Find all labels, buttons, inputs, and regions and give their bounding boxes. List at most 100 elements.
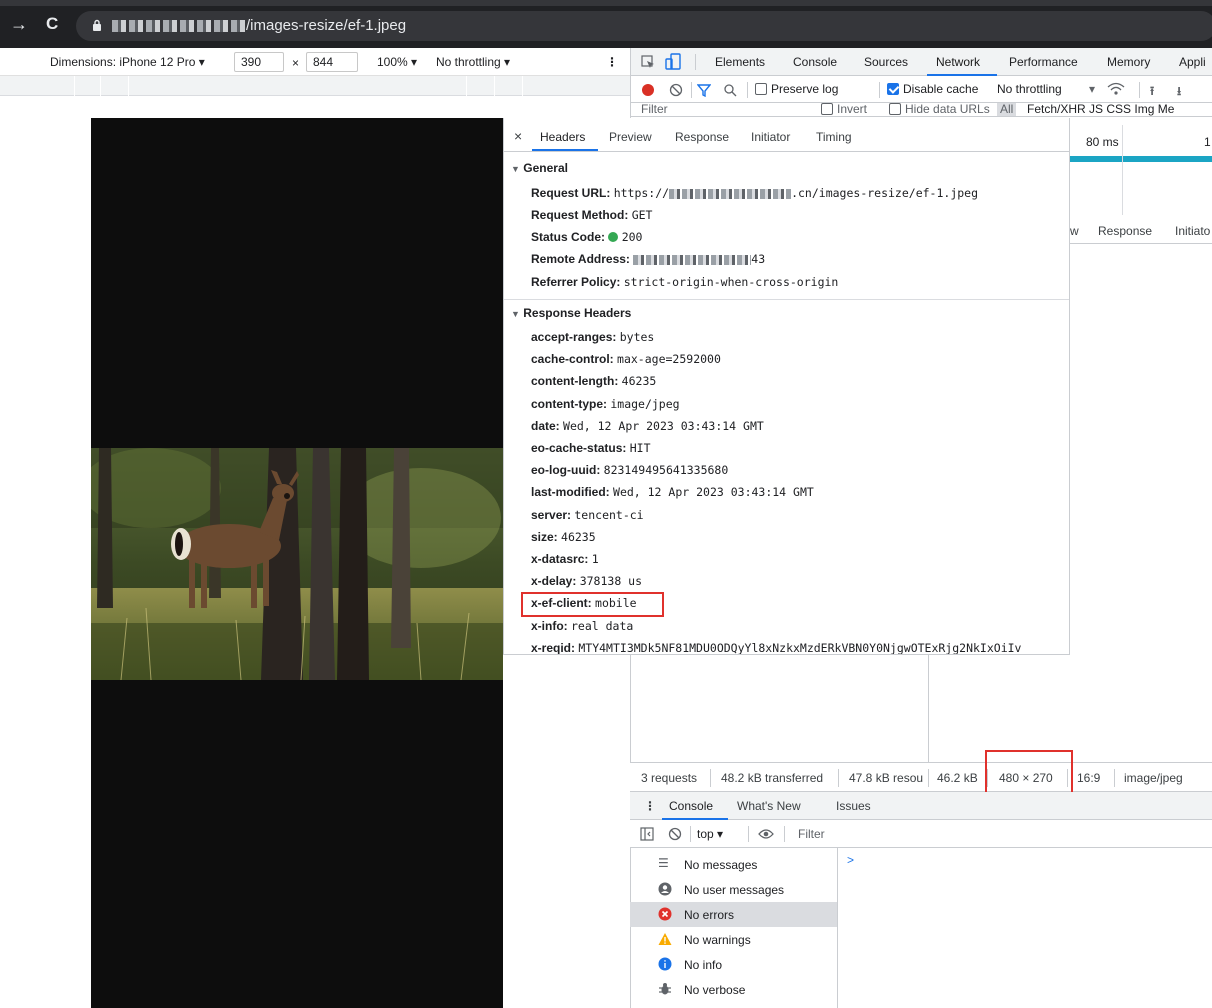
sidebar-item-errors[interactable]: No errors: [630, 902, 837, 927]
chevron-down-icon[interactable]: ▾: [1089, 82, 1095, 96]
response-header-row: eo-cache-status: HIT: [531, 441, 651, 455]
filter-bar: Filter Invert Hide data URLs All Fetch/X…: [631, 103, 1212, 117]
filter-all[interactable]: All: [997, 103, 1017, 116]
close-icon[interactable]: ×: [514, 128, 522, 144]
summary-resources: 47.8 kB resou: [849, 771, 924, 785]
initiator-tab[interactable]: Initiato: [1175, 224, 1210, 238]
header-key: eo-log-uuid:: [531, 463, 601, 478]
tab-preview[interactable]: Preview: [609, 130, 652, 144]
tab-memory[interactable]: Memory: [1107, 55, 1150, 69]
clear-icon[interactable]: [669, 83, 683, 97]
inspect-icon[interactable]: [641, 55, 655, 69]
more-options-icon[interactable]: ⋮: [606, 55, 618, 69]
times-sign: ×: [292, 56, 300, 70]
header-key: content-length:: [531, 374, 619, 389]
tab-initiator[interactable]: Initiator: [751, 130, 790, 144]
tab-elements[interactable]: Elements: [715, 55, 765, 69]
response-header-row: server: tencent-ci: [531, 508, 644, 522]
context-select[interactable]: top ▾: [697, 827, 723, 841]
invert-checkbox[interactable]: Invert: [821, 103, 867, 116]
sidebar-item-user-messages[interactable]: No user messages: [630, 877, 837, 902]
device-toggle-icon[interactable]: [665, 53, 681, 71]
import-icon[interactable]: ⭱: [1150, 82, 1154, 103]
clear-console-icon[interactable]: [668, 827, 682, 841]
response-header-row: cache-control: max-age=2592000: [531, 352, 721, 366]
preview-tab-fragment: w: [1070, 224, 1079, 238]
bug-icon: [659, 983, 671, 995]
height-input[interactable]: 844: [306, 52, 358, 72]
record-icon[interactable]: [642, 84, 654, 96]
tab-timing[interactable]: Timing: [816, 130, 852, 144]
image-size: 46.2 kB: [937, 771, 978, 785]
preserve-log-checkbox[interactable]: Preserve log: [755, 82, 838, 96]
sidebar-item-verbose[interactable]: No verbose: [630, 977, 837, 1002]
sidebar-item-messages[interactable]: ☰ No messages: [630, 852, 837, 877]
lock-icon: [93, 19, 101, 31]
device-toolbar: Dimensions: iPhone 12 Pro ▾ 390 × 844 10…: [0, 48, 630, 117]
throttling-select[interactable]: No throttling ▾: [436, 55, 510, 69]
export-icon[interactable]: ⭳: [1177, 82, 1181, 103]
network-throttling-select[interactable]: No throttling: [997, 82, 1062, 96]
drawer-tab-whats-new[interactable]: What's New: [737, 799, 801, 813]
info-icon: [658, 957, 672, 971]
tab-console[interactable]: Console: [793, 55, 837, 69]
drawer-menu-icon[interactable]: ⋮: [644, 799, 656, 813]
sidebar-item-warnings[interactable]: No warnings: [630, 927, 837, 952]
response-tabs-strip: w Response Initiato: [1070, 218, 1212, 244]
disable-cache-checkbox[interactable]: Disable cache: [887, 82, 978, 96]
drawer-tab-console[interactable]: Console: [669, 799, 713, 813]
filter-input[interactable]: Filter: [641, 103, 668, 116]
header-value: 46235: [621, 374, 657, 389]
status-ok-icon: [608, 232, 619, 242]
timeline-label-2: 1: [1204, 135, 1211, 149]
header-value: bytes: [619, 330, 655, 344]
console-prompt[interactable]: >: [847, 853, 854, 867]
address-bar[interactable]: /images-resize/ef-1.jpeg: [76, 11, 1212, 41]
header-value: MTY4MTI3MDk5NF81MDU0ODQyYl8xNzkxMzdERkVB…: [578, 640, 1022, 655]
tab-application[interactable]: Appli: [1179, 55, 1206, 69]
request-url-row: Request URL: https://.cn/images-resize/e…: [531, 186, 979, 200]
tab-sources[interactable]: Sources: [864, 55, 908, 69]
network-conditions-icon[interactable]: [1107, 82, 1125, 96]
remote-address-row: Remote Address: 43: [531, 252, 766, 266]
tab-performance[interactable]: Performance: [1009, 55, 1078, 69]
header-key: cache-control:: [531, 352, 614, 367]
filter-types[interactable]: Fetch/XHR JS CSS Img Me: [1027, 103, 1174, 116]
width-input[interactable]: 390: [234, 52, 284, 72]
reload-icon[interactable]: C: [46, 14, 58, 34]
eye-icon[interactable]: [758, 828, 774, 840]
header-value: 46235: [561, 529, 596, 544]
header-key: x-info:: [531, 618, 568, 633]
response-tab[interactable]: Response: [1098, 224, 1152, 238]
header-key: date:: [531, 418, 560, 433]
zoom-select[interactable]: 100% ▾: [377, 55, 417, 69]
response-header-row: x-info: real data: [531, 619, 633, 633]
forward-icon[interactable]: →: [10, 14, 28, 34]
response-header-row: content-type: image/jpeg: [531, 397, 680, 411]
status-code-row: Status Code: 200: [531, 230, 643, 244]
header-value: max-age=2592000: [617, 352, 721, 367]
request-method-row: Request Method: GET: [531, 208, 653, 222]
user-icon: [658, 882, 672, 896]
network-summary-bar: 3 requests 48.2 kB transferred 47.8 kB r…: [630, 762, 1212, 792]
drawer-tab-issues[interactable]: Issues: [836, 799, 871, 813]
header-key: x-delay:: [531, 574, 577, 589]
general-section-toggle[interactable]: ▼ General: [511, 161, 568, 175]
hide-data-urls-checkbox[interactable]: Hide data URLs: [889, 103, 990, 116]
filter-icon[interactable]: [697, 83, 711, 97]
tab-network[interactable]: Network: [936, 55, 980, 69]
tab-response[interactable]: Response: [675, 130, 729, 144]
sidebar-toggle-icon[interactable]: [640, 827, 654, 841]
tab-headers[interactable]: Headers: [540, 130, 585, 144]
console-filter-input[interactable]: Filter: [798, 827, 825, 841]
search-icon[interactable]: [723, 83, 737, 97]
active-tab-indicator: [532, 149, 598, 151]
header-key: eo-cache-status:: [531, 441, 627, 455]
header-value: Wed, 12 Apr 2023 03:43:14 GMT: [563, 418, 764, 433]
header-key: content-type:: [531, 396, 607, 411]
device-select[interactable]: Dimensions: iPhone 12 Pro ▾: [50, 55, 205, 69]
header-key: accept-ranges:: [531, 330, 617, 344]
response-headers-section-toggle[interactable]: ▼ Response Headers: [511, 306, 631, 320]
header-value: image/jpeg: [610, 396, 680, 411]
sidebar-item-info[interactable]: No info: [630, 952, 837, 977]
